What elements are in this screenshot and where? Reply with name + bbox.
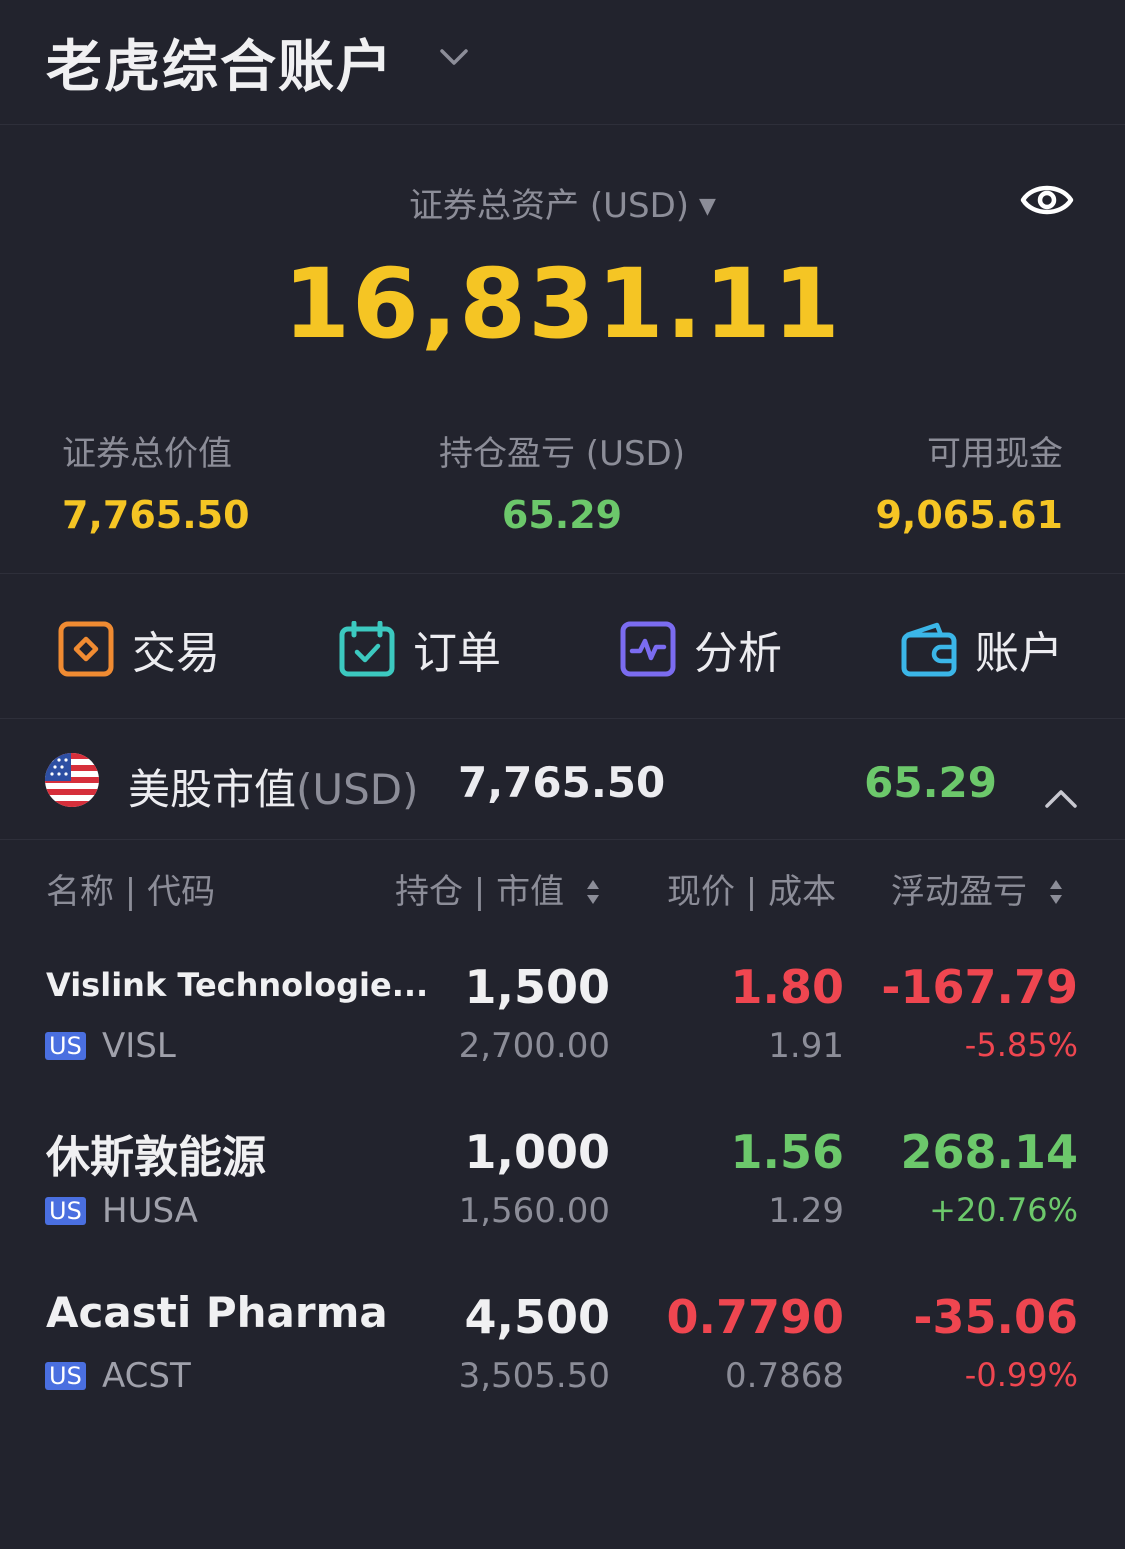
- calendar-check-icon: [339, 621, 395, 677]
- floating-pnl-pct: -0.99%: [964, 1356, 1078, 1394]
- market-value: 2,700.00: [458, 1026, 610, 1066]
- column-header-price: 现价 | 成本: [667, 872, 837, 912]
- column-header-holding-label: 持仓 | 市值: [395, 872, 565, 912]
- orders-label: 订单: [413, 628, 501, 679]
- account-title[interactable]: 老虎综合账户: [46, 22, 394, 103]
- total-assets-label[interactable]: 证券总资产 (USD) ▼: [0, 178, 1125, 227]
- floating-pnl: -35.06: [913, 1290, 1078, 1344]
- market-value: 3,505.50: [458, 1356, 610, 1396]
- position-qty: 1,500: [464, 960, 610, 1014]
- wallet-icon: [901, 622, 957, 677]
- stat-label: 证券总价值: [62, 434, 232, 474]
- stat-label: 持仓盈亏 (USD): [439, 434, 685, 474]
- cost-price: 0.7868: [725, 1356, 844, 1396]
- pulse-chart-icon: [620, 621, 676, 677]
- securities-value-stat: 证券总价值 7,765.50: [62, 426, 250, 537]
- cost-price: 1.91: [768, 1026, 844, 1066]
- analysis-button[interactable]: 分析: [620, 619, 782, 679]
- position-pnl-stat: 持仓盈亏 (USD) 65.29: [436, 426, 688, 537]
- us-market-section[interactable]: 美股市值(USD) 7,765.50 65.29: [0, 720, 1125, 840]
- current-price: 1.56: [730, 1125, 845, 1179]
- floating-pnl-pct: +20.76%: [929, 1191, 1078, 1229]
- column-header-holding[interactable]: 持仓 | 市值: [395, 864, 601, 913]
- caret-down-icon[interactable]: ▼: [699, 194, 716, 219]
- stat-value: 7,765.50: [62, 493, 250, 537]
- floating-pnl: -167.79: [881, 960, 1078, 1014]
- stock-ticker: VISL: [102, 1026, 176, 1066]
- current-price: 0.7790: [666, 1290, 844, 1344]
- trade-label: 交易: [132, 628, 220, 679]
- us-market-label: 美股市值(USD): [128, 756, 419, 817]
- stock-name: Vislink Technologie...: [46, 966, 429, 1004]
- trade-icon: [58, 621, 114, 677]
- total-assets-label-text: 证券总资产 (USD): [409, 186, 690, 226]
- stock-ticker: ACST: [102, 1356, 191, 1396]
- trade-button[interactable]: 交易: [58, 619, 220, 679]
- sort-icon[interactable]: [585, 877, 601, 907]
- market-badge: US: [45, 1032, 86, 1060]
- stock-name: Acasti Pharma: [46, 1288, 388, 1337]
- table-row[interactable]: Vislink Technologie... US VISL 1,500 2,7…: [0, 958, 1125, 1118]
- chevron-up-icon[interactable]: [1044, 788, 1078, 810]
- us-market-value: 7,765.50: [458, 758, 666, 807]
- quick-actions: 交易 订单 分析 账户: [0, 575, 1125, 719]
- stat-value: 9,065.61: [875, 493, 1063, 537]
- available-cash-stat: 可用现金 9,065.61: [875, 426, 1063, 537]
- account-label: 账户: [975, 628, 1063, 679]
- analysis-label: 分析: [694, 628, 782, 679]
- table-row[interactable]: Acasti Pharma US ACST 4,500 3,505.50 0.7…: [0, 1288, 1125, 1448]
- stat-value: 65.29: [501, 493, 623, 537]
- market-badge: US: [45, 1197, 86, 1225]
- market-value: 1,560.00: [458, 1191, 610, 1231]
- column-header-pnl[interactable]: 浮动盈亏: [891, 864, 1064, 913]
- asset-summary: 证券总资产 (USD) ▼ 16,831.11 证券总价值 7,765.50 持仓…: [0, 126, 1125, 574]
- sort-icon[interactable]: [1048, 877, 1064, 907]
- floating-pnl: 268.14: [900, 1125, 1078, 1179]
- stock-name: 休斯敦能源: [46, 1132, 266, 1183]
- chevron-down-icon[interactable]: [438, 46, 470, 68]
- current-price: 1.80: [730, 960, 845, 1014]
- floating-pnl-pct: -5.85%: [964, 1026, 1078, 1064]
- orders-button[interactable]: 订单: [339, 619, 501, 679]
- total-assets-value: 16,831.11: [283, 248, 842, 360]
- column-header-pnl-label: 浮动盈亏: [891, 872, 1027, 912]
- us-market-pnl: 65.29: [864, 758, 997, 807]
- market-badge: US: [45, 1362, 86, 1390]
- currency-label: (USD): [296, 765, 419, 814]
- us-flag-icon: [45, 753, 99, 807]
- position-qty: 1,000: [464, 1125, 610, 1179]
- table-row[interactable]: 休斯敦能源 US HUSA 1,000 1,560.00 1.56 1.29 2…: [0, 1123, 1125, 1283]
- column-header-name: 名称 | 代码: [46, 872, 216, 912]
- account-button[interactable]: 账户: [901, 619, 1063, 679]
- us-market-title: 美股市值: [128, 765, 297, 814]
- account-header[interactable]: 老虎综合账户: [0, 0, 1125, 125]
- position-qty: 4,500: [464, 1290, 610, 1344]
- stock-ticker: HUSA: [102, 1191, 198, 1231]
- stat-label: 可用现金: [927, 434, 1063, 474]
- eye-icon[interactable]: [1020, 178, 1074, 222]
- cost-price: 1.29: [768, 1191, 844, 1231]
